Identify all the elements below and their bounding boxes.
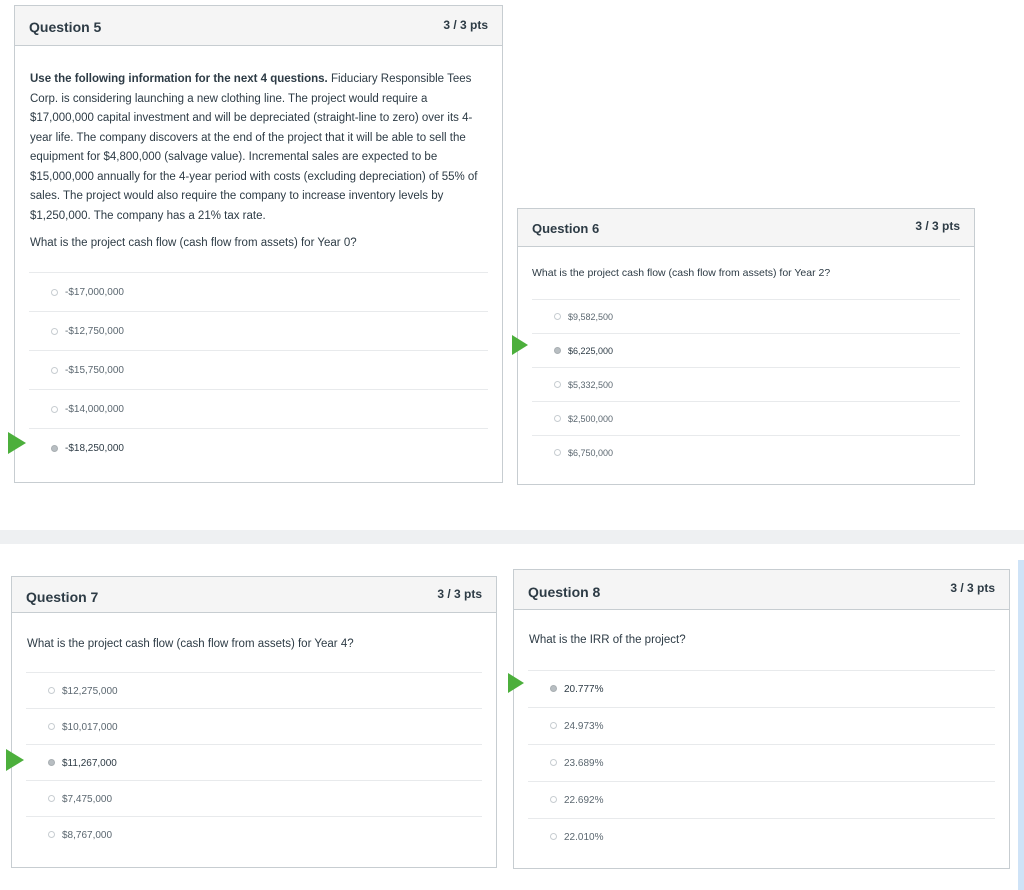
question-5-card: Question 5 3 / 3 pts Use the following i…	[14, 5, 503, 483]
radio-button-selected[interactable]	[51, 445, 58, 452]
page-separator	[0, 530, 1024, 544]
answer-text: 22.010%	[564, 832, 604, 843]
question-7-card: Question 7 3 / 3 pts What is the project…	[11, 576, 497, 868]
question-7-header: Question 7 3 / 3 pts	[12, 577, 496, 613]
question-title: Question 6	[532, 221, 600, 236]
question-prompt: What is the project cash flow (cash flow…	[532, 267, 831, 279]
answer-option-selected[interactable]: $11,267,000	[26, 744, 482, 780]
radio-button[interactable]	[48, 795, 55, 802]
answer-text: $11,267,000	[62, 758, 117, 769]
answer-text: $7,475,000	[62, 794, 113, 805]
answer-option[interactable]: -$12,750,000	[29, 311, 488, 350]
answer-list: $9,582,500 $6,225,000 $5,332,500 $2,500,…	[532, 299, 960, 469]
radio-button-selected[interactable]	[554, 347, 561, 354]
answer-text: $2,500,000	[568, 414, 614, 424]
answer-list: -$17,000,000 -$12,750,000 -$15,750,000 -…	[29, 272, 488, 467]
answer-option[interactable]: $7,475,000	[26, 780, 482, 816]
question-intro-bold: Use the following information for the ne…	[30, 73, 328, 85]
answer-text: $9,582,500	[568, 312, 614, 322]
question-title: Question 7	[26, 589, 99, 605]
radio-button[interactable]	[550, 759, 557, 766]
answer-option-selected[interactable]: $6,225,000	[532, 333, 960, 367]
radio-button[interactable]	[51, 406, 58, 413]
answer-option[interactable]: 22.010%	[528, 818, 995, 855]
radio-button[interactable]	[550, 833, 557, 840]
answer-option[interactable]: $5,332,500	[532, 367, 960, 401]
radio-button[interactable]	[550, 722, 557, 729]
question-6-header: Question 6 3 / 3 pts	[518, 209, 974, 247]
question-points: 3 / 3 pts	[443, 18, 488, 32]
question-5-text: Use the following information for the ne…	[30, 70, 490, 226]
answer-option[interactable]: $9,582,500	[532, 299, 960, 333]
correct-answer-flag-icon	[8, 432, 26, 454]
question-8-header: Question 8 3 / 3 pts	[514, 570, 1009, 610]
answer-option[interactable]: 23.689%	[528, 744, 995, 781]
answer-option[interactable]: $8,767,000	[26, 816, 482, 852]
answer-text: 23.689%	[564, 758, 604, 769]
radio-button-selected[interactable]	[550, 685, 557, 692]
radio-button[interactable]	[51, 328, 58, 335]
correct-answer-flag-icon	[508, 673, 524, 693]
answer-option[interactable]: $12,275,000	[26, 672, 482, 708]
answer-text: -$18,250,000	[65, 443, 124, 454]
answer-text: $8,767,000	[62, 830, 113, 841]
radio-button-selected[interactable]	[48, 759, 55, 766]
radio-button[interactable]	[48, 831, 55, 838]
question-prompt: What is the project cash flow (cash flow…	[30, 237, 357, 249]
question-points: 3 / 3 pts	[437, 587, 482, 601]
answer-text: -$17,000,000	[65, 287, 124, 298]
radio-button[interactable]	[554, 381, 561, 388]
correct-answer-flag-icon	[6, 749, 24, 771]
answer-option[interactable]: -$14,000,000	[29, 389, 488, 428]
radio-button[interactable]	[48, 723, 55, 730]
answer-text: -$15,750,000	[65, 365, 124, 376]
answer-text: $12,275,000	[62, 686, 118, 697]
radio-button[interactable]	[550, 796, 557, 803]
answer-option-selected[interactable]: -$18,250,000	[29, 428, 488, 467]
answer-option[interactable]: $6,750,000	[532, 435, 960, 469]
answer-option[interactable]: $2,500,000	[532, 401, 960, 435]
answer-text: $6,225,000	[568, 346, 614, 356]
question-6-card: Question 6 3 / 3 pts What is the project…	[517, 208, 975, 485]
radio-button[interactable]	[51, 289, 58, 296]
answer-text: 22.692%	[564, 795, 604, 806]
answer-option[interactable]: 24.973%	[528, 707, 995, 744]
question-intro-text: Fiduciary Responsible Tees Corp. is cons…	[30, 73, 478, 222]
radio-button[interactable]	[554, 449, 561, 456]
answer-text: $10,017,000	[62, 722, 118, 733]
question-prompt: What is the IRR of the project?	[529, 634, 686, 646]
question-title: Question 5	[29, 19, 102, 35]
answer-text: $6,750,000	[568, 448, 614, 458]
answer-list: 20.777% 24.973% 23.689% 22.692% 22.010%	[528, 670, 995, 855]
answer-option[interactable]: -$15,750,000	[29, 350, 488, 389]
radio-button[interactable]	[554, 415, 561, 422]
question-5-header: Question 5 3 / 3 pts	[15, 6, 502, 46]
scroll-edge	[1018, 560, 1024, 890]
correct-answer-flag-icon	[512, 335, 528, 355]
radio-button[interactable]	[51, 367, 58, 374]
answer-text: 24.973%	[564, 721, 604, 732]
radio-button[interactable]	[554, 313, 561, 320]
answer-option[interactable]: 22.692%	[528, 781, 995, 818]
answer-option-selected[interactable]: 20.777%	[528, 670, 995, 707]
question-8-card: Question 8 3 / 3 pts What is the IRR of …	[513, 569, 1010, 869]
answer-text: -$14,000,000	[65, 404, 124, 415]
answer-option[interactable]: -$17,000,000	[29, 272, 488, 311]
question-points: 3 / 3 pts	[950, 581, 995, 595]
answer-list: $12,275,000 $10,017,000 $11,267,000 $7,4…	[26, 672, 482, 852]
question-points: 3 / 3 pts	[915, 219, 960, 233]
answer-text: 20.777%	[564, 684, 604, 695]
answer-text: $5,332,500	[568, 380, 614, 390]
radio-button[interactable]	[48, 687, 55, 694]
question-title: Question 8	[528, 584, 601, 600]
answer-text: -$12,750,000	[65, 326, 124, 337]
question-prompt: What is the project cash flow (cash flow…	[27, 638, 354, 650]
answer-option[interactable]: $10,017,000	[26, 708, 482, 744]
